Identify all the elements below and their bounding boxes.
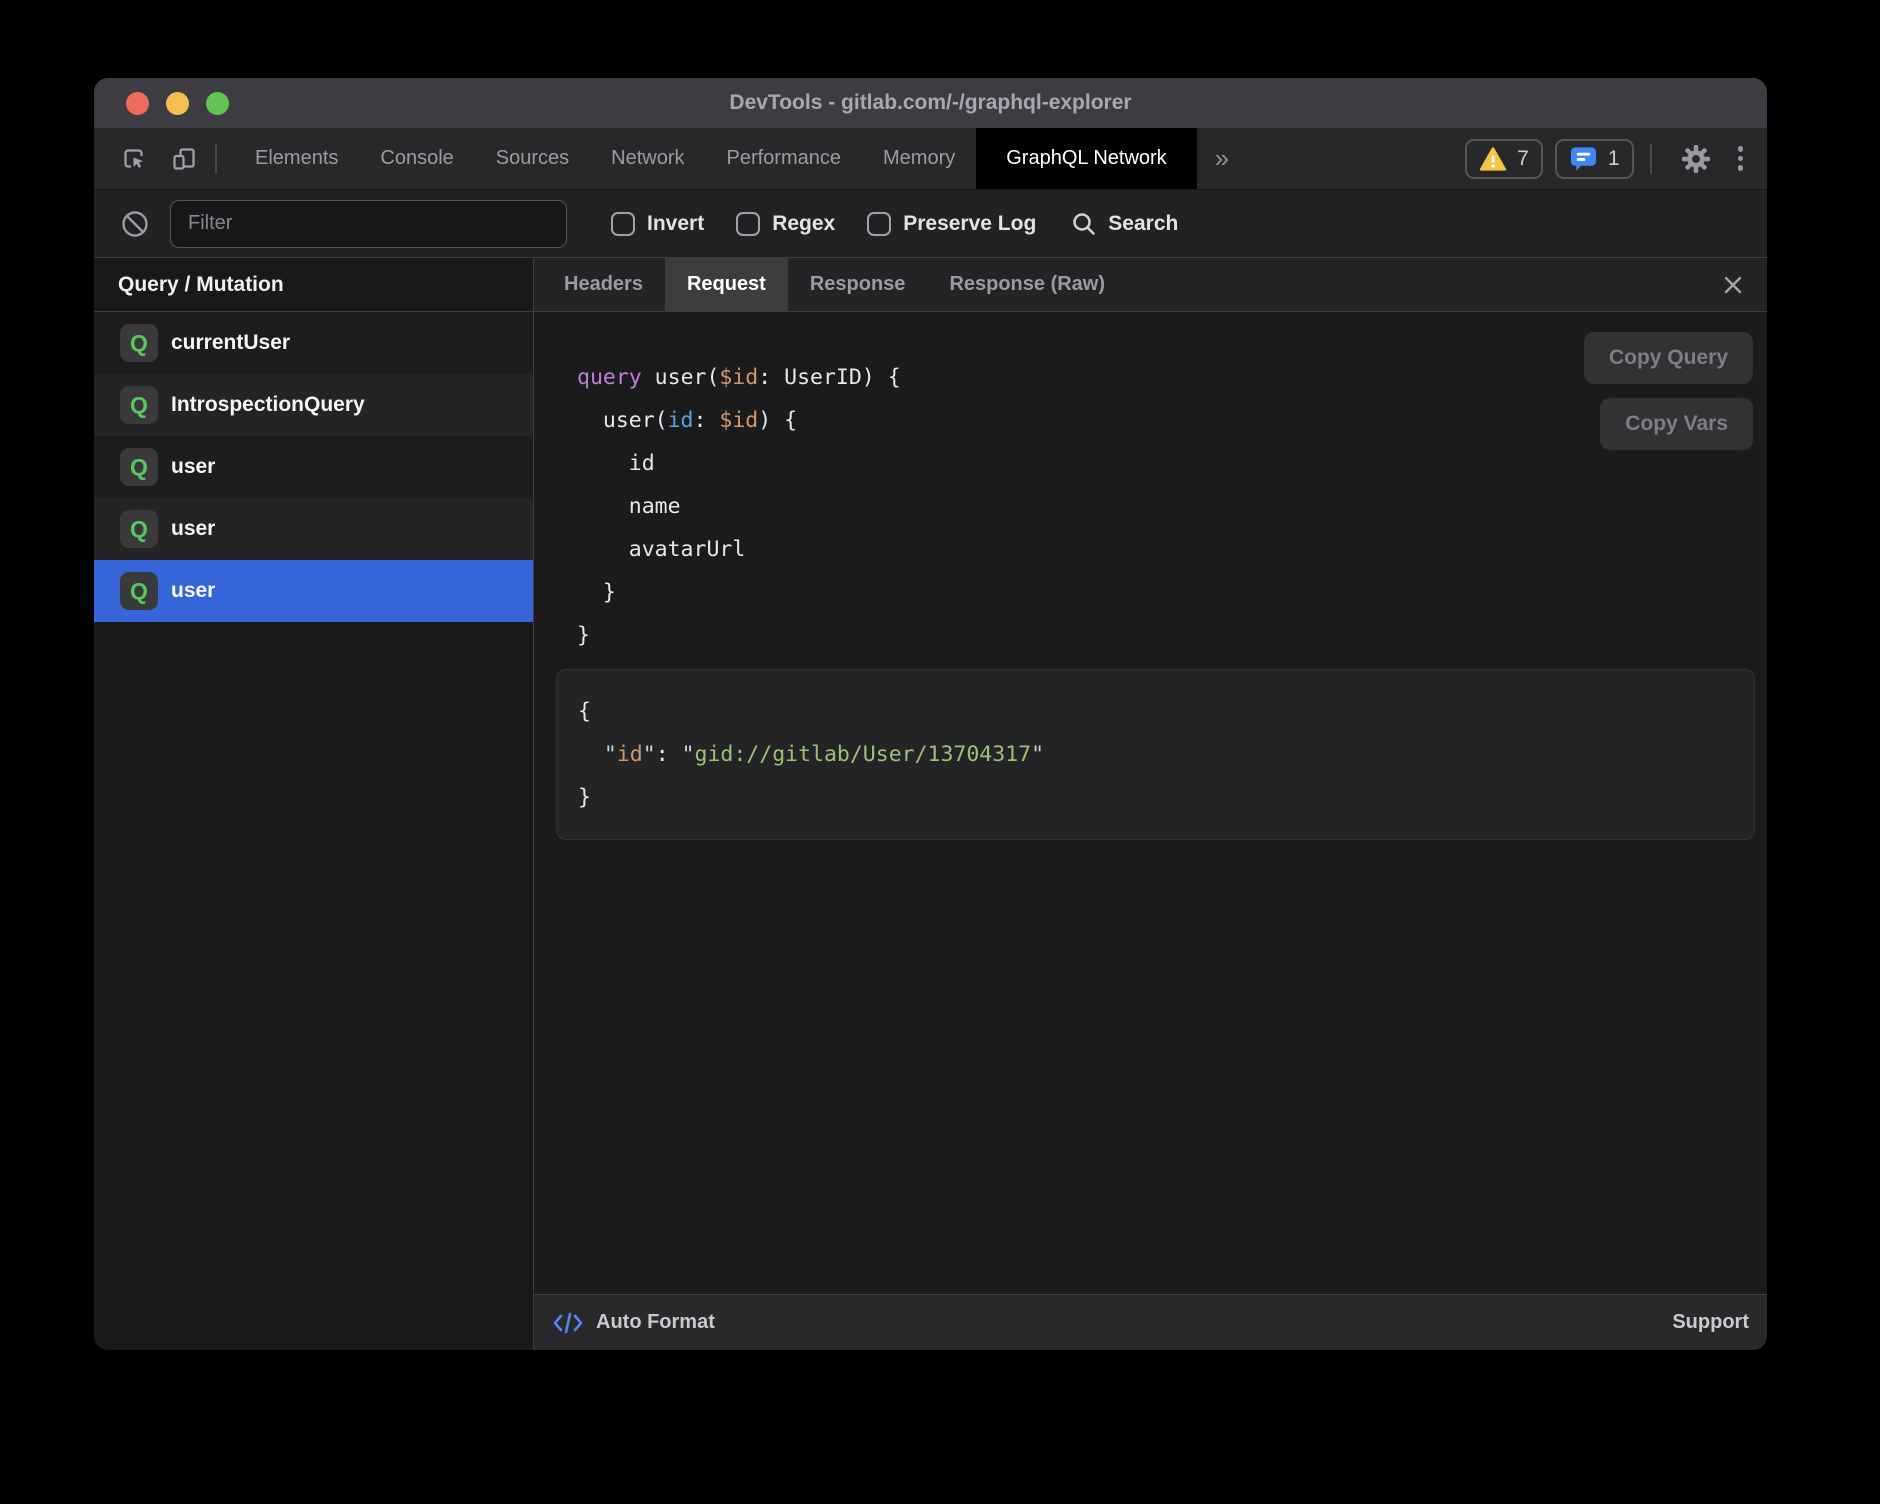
query-list-sidebar: Query / Mutation QcurrentUserQIntrospect… — [94, 258, 534, 1350]
preserve-log-label: Preserve Log — [903, 212, 1036, 236]
operation-name: user — [171, 517, 215, 541]
panel-footer: Auto Format Support — [534, 1294, 1767, 1350]
list-item[interactable]: QcurrentUser — [94, 312, 533, 374]
request-tab-response[interactable]: Response — [788, 258, 928, 311]
support-link[interactable]: Support — [1672, 1311, 1749, 1334]
main-tabbar: ElementsConsoleSourcesNetworkPerformance… — [94, 128, 1767, 190]
inspect-element-icon[interactable] — [120, 145, 148, 173]
toolbar-divider — [1650, 144, 1652, 174]
kebab-menu-icon[interactable] — [1738, 146, 1744, 171]
list-item[interactable]: Q IntrospectionQuery — [94, 374, 533, 436]
warning-triangle-icon — [1479, 146, 1507, 172]
code-line: } — [577, 571, 1767, 614]
warnings-badge[interactable]: 7 — [1465, 139, 1543, 179]
filter-toolbar: Invert Regex Preserve Log Search — [94, 190, 1767, 258]
invert-checkbox-box[interactable] — [611, 212, 635, 236]
devtools-window: DevTools - gitlab.com/-/graphql-explorer… — [94, 78, 1767, 1350]
tab-elements[interactable]: Elements — [234, 128, 359, 189]
list-item[interactable]: Quser — [94, 498, 533, 560]
filter-options: Invert Regex Preserve Log — [611, 212, 1036, 236]
code-line: name — [577, 485, 1767, 528]
filter-input[interactable] — [170, 200, 567, 248]
detail-panel: HeadersRequestResponseResponse (Raw) que… — [534, 258, 1767, 1350]
variables-box: { "id": "gid://gitlab/User/13704317"} — [556, 669, 1755, 840]
tab-performance[interactable]: Performance — [706, 128, 863, 189]
code-line: user(id: $id) { — [577, 399, 1767, 442]
invert-checkbox[interactable]: Invert — [611, 212, 704, 236]
copy-vars-button[interactable]: Copy Vars — [1600, 398, 1753, 450]
warnings-count: 7 — [1517, 147, 1529, 171]
query-list: QcurrentUserQIntrospectionQueryQuserQuse… — [94, 312, 533, 622]
issues-badge[interactable]: 1 — [1555, 139, 1634, 179]
toolbar-divider — [215, 144, 217, 174]
close-panel-icon[interactable] — [1721, 273, 1745, 297]
more-tabs-icon[interactable]: » — [1197, 128, 1247, 189]
zoom-window-button[interactable] — [206, 92, 229, 115]
preserve-log-checkbox[interactable]: Preserve Log — [867, 212, 1036, 236]
code-line: "id": "gid://gitlab/User/13704317" — [578, 733, 1730, 776]
list-item[interactable]: Quser — [94, 436, 533, 498]
query-type-badge: Q — [120, 572, 158, 610]
tab-console[interactable]: Console — [359, 128, 474, 189]
search-label: Search — [1108, 212, 1178, 236]
request-tabs: HeadersRequestResponseResponse (Raw) — [542, 258, 1127, 311]
graphql-variables-code: { "id": "gid://gitlab/User/13704317"} — [578, 690, 1730, 819]
code-line: id — [577, 442, 1767, 485]
auto-format-button[interactable]: Auto Format — [596, 1311, 715, 1334]
close-window-button[interactable] — [126, 92, 149, 115]
graphql-query-code: query user($id: UserID) { user(id: $id) … — [534, 312, 1767, 657]
query-type-badge: Q — [120, 324, 158, 362]
request-view: query user($id: UserID) { user(id: $id) … — [534, 312, 1767, 1294]
tab-memory[interactable]: Memory — [862, 128, 976, 189]
search-control[interactable]: Search — [1070, 210, 1178, 238]
operation-name: IntrospectionQuery — [171, 393, 365, 417]
regex-checkbox[interactable]: Regex — [736, 212, 835, 236]
query-type-badge: Q — [120, 510, 158, 548]
preserve-log-checkbox-box[interactable] — [867, 212, 891, 236]
sidebar-header: Query / Mutation — [94, 258, 533, 312]
message-bubble-icon — [1569, 145, 1598, 173]
tab-graphql-network[interactable]: GraphQL Network — [976, 128, 1196, 189]
content: Query / Mutation QcurrentUserQIntrospect… — [94, 258, 1767, 1350]
tab-sources[interactable]: Sources — [475, 128, 590, 189]
code-line: } — [577, 614, 1767, 657]
devtools-tool-icons — [120, 128, 198, 189]
regex-checkbox-box[interactable] — [736, 212, 760, 236]
auto-format-icon — [552, 1310, 584, 1336]
main-tabs: ElementsConsoleSourcesNetworkPerformance… — [234, 128, 1197, 189]
operation-name: user — [171, 579, 215, 603]
device-toolbar-icon[interactable] — [170, 145, 198, 173]
copy-query-button[interactable]: Copy Query — [1584, 332, 1753, 384]
toolbar-right: 7 1 — [1453, 128, 1767, 189]
operation-name: currentUser — [171, 331, 290, 355]
titlebar: DevTools - gitlab.com/-/graphql-explorer — [94, 78, 1767, 128]
clear-block-icon[interactable] — [120, 209, 150, 239]
request-tabbar: HeadersRequestResponseResponse (Raw) — [534, 258, 1767, 312]
operation-name: user — [171, 455, 215, 479]
regex-label: Regex — [772, 212, 835, 236]
list-item[interactable]: Quser — [94, 560, 533, 622]
window-title: DevTools - gitlab.com/-/graphql-explorer — [94, 91, 1767, 115]
issues-count: 1 — [1608, 147, 1620, 171]
code-line: { — [578, 690, 1730, 733]
code-line: } — [578, 776, 1730, 819]
query-type-badge: Q — [120, 448, 158, 486]
request-tab-response-raw[interactable]: Response (Raw) — [927, 258, 1127, 311]
request-tab-request[interactable]: Request — [665, 258, 788, 311]
tab-network[interactable]: Network — [590, 128, 705, 189]
code-line: avatarUrl — [577, 528, 1767, 571]
settings-gear-icon[interactable] — [1680, 143, 1712, 175]
minimize-window-button[interactable] — [166, 92, 189, 115]
request-tab-headers[interactable]: Headers — [542, 258, 665, 311]
traffic-lights — [126, 78, 229, 128]
invert-label: Invert — [647, 212, 704, 236]
query-type-badge: Q — [120, 386, 158, 424]
search-icon — [1070, 210, 1098, 238]
